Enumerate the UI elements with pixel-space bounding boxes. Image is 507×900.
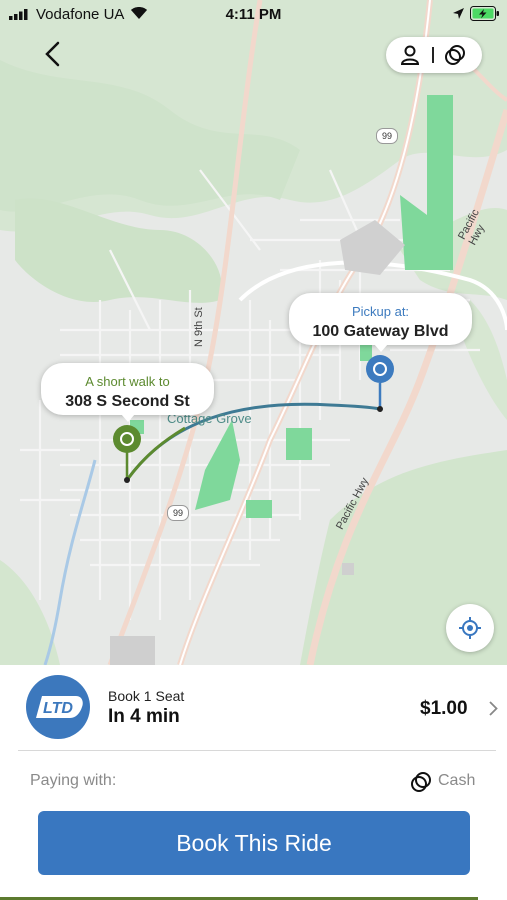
divider [18,750,496,751]
crosshair-icon [459,617,481,639]
walk-callout-subtitle: A short walk to [85,374,170,389]
person-icon[interactable] [399,44,421,66]
ride-sheet: LTD Book 1 Seat In 4 min $1.00 Paying wi… [0,665,507,900]
status-time: 4:11 PM [225,6,282,23]
logo-text: LTD [43,700,73,717]
marker-dot-icon [120,432,134,446]
locate-me-button[interactable] [446,604,494,652]
book-ride-button[interactable]: Book This Ride [38,811,470,875]
walk-callout[interactable]: A short walk to 308 S Second St [41,363,214,422]
map-view[interactable]: Cottage Grove N 9th St Pacific Hwy Pacif… [0,0,507,665]
walk-destination-marker[interactable] [113,425,141,453]
cash-circles-icon [411,772,431,792]
marker-dot-icon [373,362,387,376]
eta-label: In 4 min [108,706,180,727]
location-arrow-icon [453,8,464,19]
chevron-right-icon[interactable] [489,701,498,716]
ride-price[interactable]: $1.00 [420,698,468,720]
pickup-callout-address: 100 Gateway Blvd [312,323,449,340]
top-actions-pill [386,37,482,73]
ltd-logo-mark: LTD [36,696,83,718]
seat-count-label: Book 1 Seat [108,688,185,704]
paying-with-label: Paying with: [30,772,117,789]
status-bar: Vodafone UA 4:11 PM [0,0,507,28]
road-label-n9th: N 9th St [193,307,205,347]
pickup-callout[interactable]: Pickup at: 100 Gateway Blvd [289,293,472,352]
battery-icon [470,6,499,21]
back-button[interactable] [38,38,70,70]
pill-divider [432,47,434,63]
route-shield-99-bottom: 99 [167,505,189,521]
cash-circles-icon[interactable] [444,44,466,66]
pickup-callout-subtitle: Pickup at: [351,304,410,319]
ltd-logo: LTD [26,675,90,739]
payment-method-label: Cash [438,772,476,789]
route-shield-99-top: 99 [376,128,398,144]
pickup-marker[interactable] [366,355,394,383]
chevron-left-icon [45,41,60,67]
walk-callout-address: 308 S Second St [65,393,190,410]
